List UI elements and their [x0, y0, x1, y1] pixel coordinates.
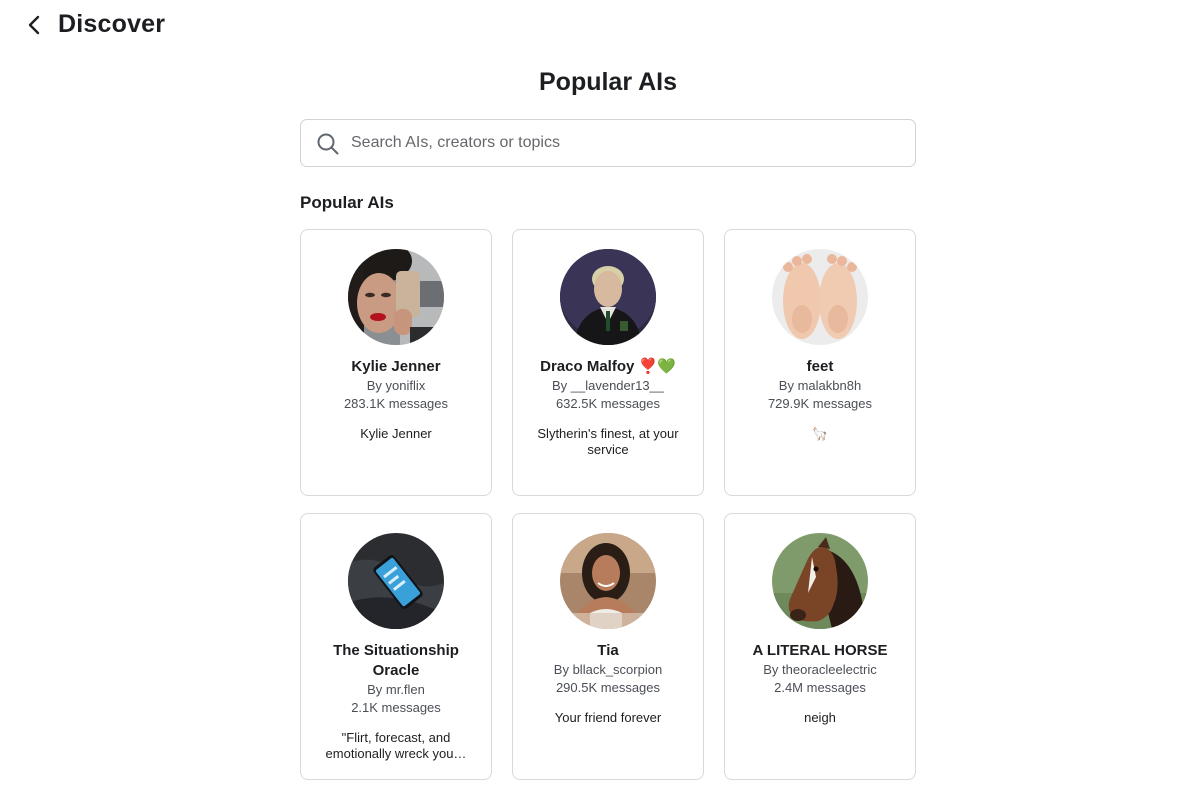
ai-description: 🦙 [811, 426, 829, 441]
message-count: 632.5K messages [555, 396, 661, 411]
ai-card-literal-horse[interactable]: A LITERAL HORSE By theoracleelectric 2.4… [724, 513, 916, 780]
ai-creator: By malakbn8h [778, 378, 862, 393]
ai-creator: By theoracleelectric [763, 662, 877, 677]
back-button[interactable] [22, 11, 48, 39]
search-bar[interactable] [300, 119, 916, 167]
chevron-left-icon [28, 15, 40, 35]
top-bar: Discover [0, 0, 1200, 50]
ai-name: Draco Malfoy ❣️💚 [540, 358, 676, 375]
ai-card-feet[interactable]: feet By malakbn8h 729.9K messages 🦙 [724, 229, 916, 496]
ai-name: Kylie Jenner [351, 358, 441, 375]
ai-description: neigh [804, 710, 836, 725]
ai-card-kylie-jenner[interactable]: Kylie Jenner By yoniflix 283.1K messages… [300, 229, 492, 496]
message-count: 729.9K messages [767, 396, 873, 411]
avatar [772, 533, 868, 629]
search-input[interactable] [351, 128, 901, 158]
page-title: Discover [58, 10, 166, 38]
ai-creator: By __lavender13__ [551, 378, 665, 393]
message-count: 2.1K messages [351, 700, 441, 715]
ai-description: Your friend forever [554, 710, 662, 725]
message-count: 283.1K messages [343, 396, 449, 411]
ai-card-tia[interactable]: Tia By bllack_scorpion 290.5K messages Y… [512, 513, 704, 780]
avatar [348, 249, 444, 345]
ai-name: Tia [597, 642, 619, 659]
ai-description: "Flirt, forecast, and emotionally wreck … [325, 730, 467, 761]
ai-creator: By bllack_scorpion [553, 662, 663, 677]
ai-card-draco-malfoy[interactable]: Draco Malfoy ❣️💚 By __lavender13__ 632.5… [512, 229, 704, 496]
message-count: 290.5K messages [555, 680, 661, 695]
avatar [560, 533, 656, 629]
ai-creator: By yoniflix [366, 378, 426, 393]
ai-creator: By mr.flen [367, 682, 425, 697]
ai-card-situationship-oracle[interactable]: The Situationship Oracle By mr.flen 2.1K… [300, 513, 492, 780]
ai-description: Kylie Jenner [360, 426, 432, 441]
ai-name: A LITERAL HORSE [752, 642, 888, 659]
avatar [348, 533, 444, 629]
ai-name: feet [806, 358, 834, 375]
ai-card-grid: Kylie Jenner By yoniflix 283.1K messages… [300, 229, 916, 780]
message-count: 2.4M messages [774, 680, 866, 695]
section-heading: Popular AIs [539, 68, 677, 96]
search-icon [317, 133, 339, 155]
ai-name: The Situationship Oracle [333, 642, 459, 679]
avatar [772, 249, 868, 345]
avatar [560, 249, 656, 345]
ai-description: Slytherin's finest, at your service [537, 426, 679, 457]
popular-ais-title: Popular AIs [300, 193, 394, 212]
